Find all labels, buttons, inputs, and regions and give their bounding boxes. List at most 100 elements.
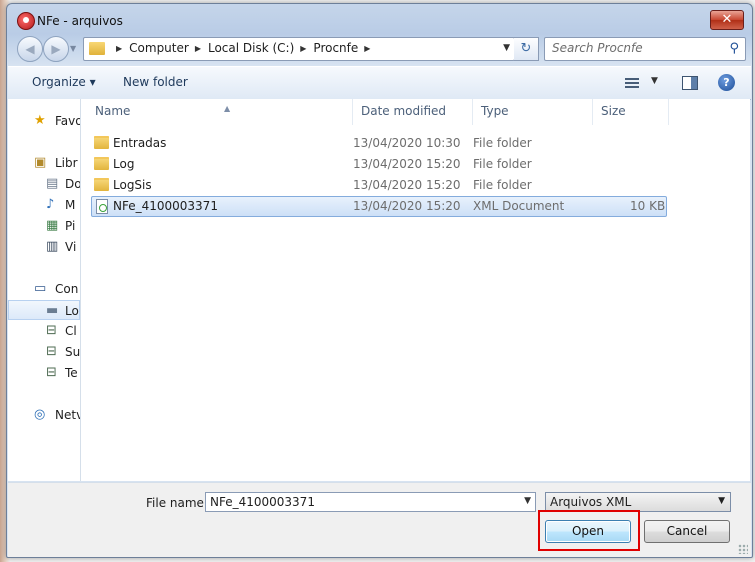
breadcrumb-separator-icon[interactable]: ▶ <box>364 44 370 53</box>
column-header-type[interactable]: Type <box>473 99 593 125</box>
nav-item-libraries[interactable]: ▣ Libr <box>8 153 80 173</box>
column-header-date-modified[interactable]: Date modified <box>353 99 473 125</box>
refresh-button[interactable]: ↻ <box>514 37 539 61</box>
file-date: 13/04/2020 15:20 <box>353 199 461 213</box>
file-type: File folder <box>473 157 532 171</box>
file-date: 13/04/2020 15:20 <box>353 157 461 171</box>
network-icon: ◎ <box>34 407 46 422</box>
chevron-down-icon[interactable]: ▼ <box>524 496 531 506</box>
nav-item-label: Con <box>55 282 79 296</box>
nav-item-network-drive-2[interactable]: ⊟ Su <box>8 342 80 362</box>
file-list: Name ▲ Date modified Type Size Entradas … <box>81 99 750 481</box>
breadcrumb-separator-icon[interactable]: ▶ <box>300 44 306 53</box>
file-row[interactable]: Entradas 13/04/2020 10:30 File folder <box>91 133 667 154</box>
nav-item-videos[interactable]: ▥ Vi <box>8 237 80 257</box>
file-size: 10 KB <box>630 199 666 213</box>
star-icon: ★ <box>34 113 46 128</box>
command-bar: Organize ▾ New folder ▼ ? <box>8 66 751 100</box>
app-icon <box>17 12 35 30</box>
file-row-selected[interactable]: NFe_4100003371 13/04/2020 15:20 XML Docu… <box>91 196 667 217</box>
address-bar[interactable]: ▶ Computer ▶ Local Disk (C:) ▶ Procnfe ▶… <box>83 37 515 61</box>
file-date: 13/04/2020 15:20 <box>353 178 461 192</box>
breadcrumb-local-disk[interactable]: Local Disk (C:) <box>208 41 294 55</box>
xml-file-icon <box>96 199 108 214</box>
folder-icon <box>94 178 109 191</box>
nav-item-label: Netv <box>55 408 81 422</box>
navigation-pane: ★ Favo ▣ Libr ▤ Do ♪ M ▦ Pi ▥ Vi ▭ Con ▬ <box>8 99 81 481</box>
file-name: LogSis <box>113 178 152 192</box>
help-icon[interactable]: ? <box>718 74 735 91</box>
organize-button[interactable]: Organize ▾ <box>32 75 96 89</box>
window-title: NFe - arquivos <box>37 14 123 28</box>
cancel-button[interactable]: Cancel <box>644 520 730 543</box>
new-folder-button[interactable]: New folder <box>123 75 188 89</box>
file-row[interactable]: Log 13/04/2020 15:20 File folder <box>91 154 667 175</box>
view-options-icon[interactable] <box>625 78 639 90</box>
library-icon: ▣ <box>34 155 47 170</box>
nav-item-network-drive-1[interactable]: ⊟ Cl <box>8 321 80 341</box>
nav-item-label: Vi <box>65 240 77 254</box>
forward-button[interactable]: ▶ <box>43 36 69 62</box>
file-name: Log <box>113 157 135 171</box>
breadcrumb: ▶ Computer ▶ Local Disk (C:) ▶ Procnfe ▶ <box>110 41 377 55</box>
nav-item-label: Lo <box>65 304 79 318</box>
highlight-box <box>538 510 640 551</box>
nav-item-local-disk[interactable]: ▬ Lo <box>8 300 80 320</box>
nav-item-network-drive-3[interactable]: ⊟ Te <box>8 363 80 383</box>
nav-item-label: Su <box>65 345 81 359</box>
column-header-label: Name <box>95 104 131 118</box>
chevron-down-icon: ▼ <box>718 496 725 506</box>
search-box[interactable]: ⚲ <box>544 37 746 61</box>
nav-item-label: Favo <box>55 114 81 128</box>
breadcrumb-separator-icon[interactable]: ▶ <box>195 44 201 53</box>
network-drive-icon: ⊟ <box>46 323 57 338</box>
nav-item-pictures[interactable]: ▦ Pi <box>8 216 80 236</box>
file-name-label: File name: <box>146 496 208 510</box>
column-header-size[interactable]: Size <box>593 99 669 125</box>
file-type-value: Arquivos XML <box>550 495 632 509</box>
nav-item-label: Libr <box>55 156 78 170</box>
breadcrumb-procnfe[interactable]: Procnfe <box>313 41 358 55</box>
nav-item-music[interactable]: ♪ M <box>8 195 80 215</box>
drive-icon: ▬ <box>46 303 59 318</box>
nav-item-favorites[interactable]: ★ Favo <box>8 111 80 131</box>
column-header-name[interactable]: Name ▲ <box>87 99 353 125</box>
file-type: File folder <box>473 136 532 150</box>
recent-locations-icon[interactable]: ▼ <box>70 44 76 53</box>
file-row[interactable]: LogSis 13/04/2020 15:20 File folder <box>91 175 667 196</box>
breadcrumb-separator-icon[interactable]: ▶ <box>116 44 122 53</box>
chevron-down-icon[interactable]: ▼ <box>503 43 510 53</box>
search-input[interactable] <box>552 40 720 56</box>
nav-item-label: Pi <box>65 219 76 233</box>
file-type-select[interactable]: Arquivos XML ▼ <box>545 492 731 512</box>
documents-icon: ▤ <box>46 176 59 191</box>
network-drive-icon: ⊟ <box>46 344 57 359</box>
nav-item-documents[interactable]: ▤ Do <box>8 174 80 194</box>
file-type: File folder <box>473 178 532 192</box>
file-name-input[interactable] <box>210 495 510 509</box>
close-button[interactable]: ✕ <box>710 10 744 30</box>
breadcrumb-computer[interactable]: Computer <box>129 41 189 55</box>
resize-grip[interactable] <box>738 544 748 554</box>
back-button[interactable]: ◀ <box>17 36 43 62</box>
chevron-down-icon[interactable]: ▼ <box>651 76 658 86</box>
pictures-icon: ▦ <box>46 218 59 233</box>
folder-icon <box>94 136 109 149</box>
file-name: NFe_4100003371 <box>113 199 218 213</box>
computer-icon: ▭ <box>34 281 47 296</box>
nav-item-label: M <box>65 198 76 212</box>
file-name-combobox[interactable]: ▼ <box>205 492 536 512</box>
nav-item-label: Do <box>65 177 81 191</box>
videos-icon: ▥ <box>46 239 59 254</box>
nav-item-computer[interactable]: ▭ Con <box>8 279 80 299</box>
folder-icon <box>94 157 109 170</box>
nav-item-network[interactable]: ◎ Netv <box>8 405 80 425</box>
preview-pane-icon[interactable] <box>682 76 698 90</box>
nav-item-label: Te <box>65 366 78 380</box>
music-icon: ♪ <box>46 197 55 212</box>
search-icon[interactable]: ⚲ <box>729 41 739 56</box>
file-type: XML Document <box>473 199 565 213</box>
folder-icon <box>89 42 105 55</box>
file-name: Entradas <box>113 136 167 150</box>
sort-ascending-icon: ▲ <box>224 104 231 113</box>
